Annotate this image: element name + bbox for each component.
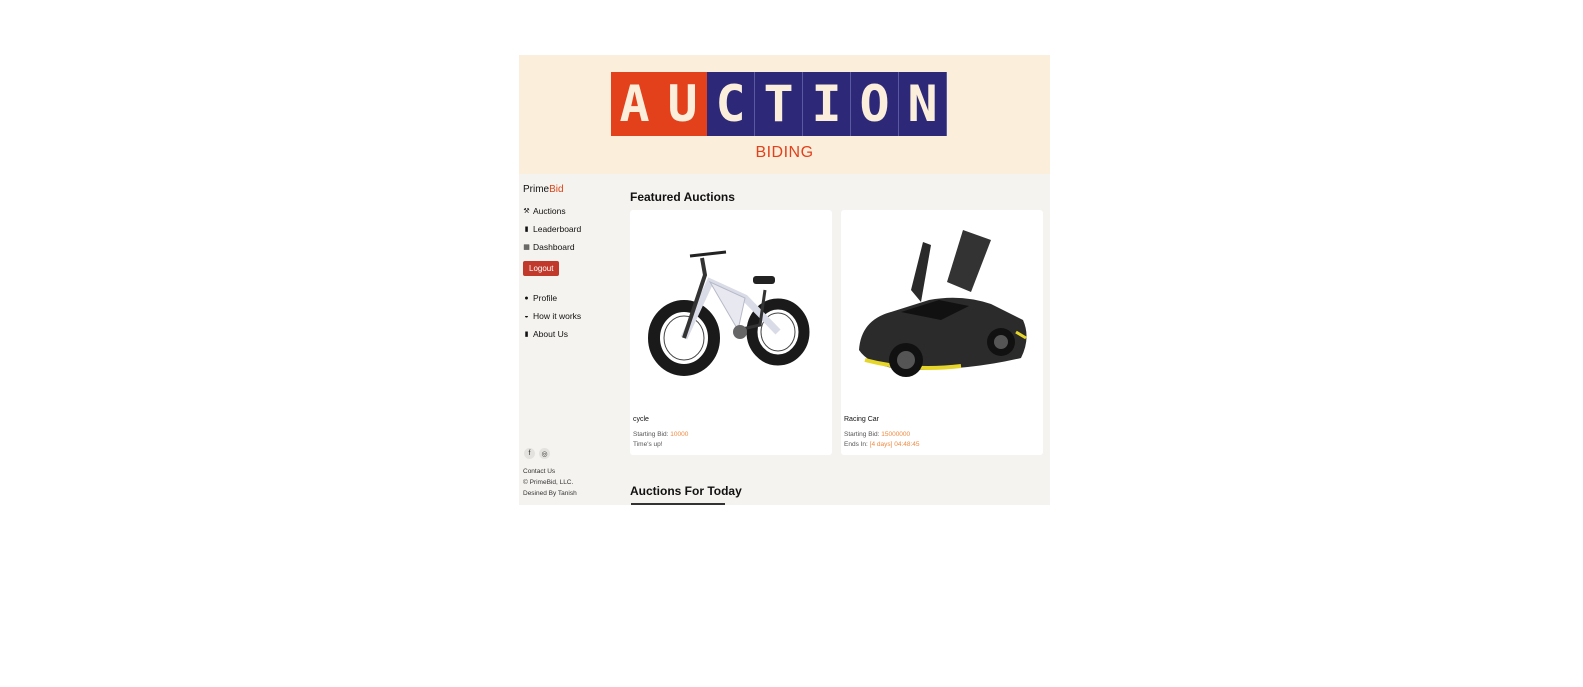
- auction-card[interactable]: Racing Car Starting Bid: 15000000 Ends I…: [841, 210, 1043, 455]
- user-circle-icon: ●: [524, 294, 529, 302]
- instagram-icon[interactable]: ◎: [539, 448, 550, 459]
- auction-logo: A U C T I O N: [611, 72, 947, 136]
- brand-prime: Prime: [523, 184, 550, 195]
- auction-status: Time's up!: [633, 441, 663, 448]
- brand-bid: Bid: [549, 184, 564, 195]
- sidebar-item-label: How it works: [533, 311, 582, 321]
- starting-bid-value: 10000: [670, 431, 689, 438]
- sidebar-item-label: Dashboard: [533, 242, 575, 252]
- main-content: Featured Auctions cycle Starting Bid: 10…: [629, 174, 1050, 505]
- starting-bid-value: 15000000: [881, 431, 911, 438]
- gavel-icon: ⚒: [523, 208, 530, 215]
- sidebar-item-label: About Us: [533, 329, 568, 339]
- logout-button[interactable]: Logout: [523, 261, 560, 276]
- logo-letter: N: [899, 72, 947, 136]
- starting-bid-label: Starting Bid:: [844, 431, 880, 438]
- section-underline: [631, 503, 725, 505]
- logo-letter: I: [803, 72, 851, 136]
- copyright-text: © PrimeBid, LLC.: [523, 479, 574, 486]
- sidebar-item-auctions[interactable]: ⚒ Auctions: [523, 206, 566, 216]
- logo-letter: O: [851, 72, 899, 136]
- bar-chart-icon: ▮: [524, 226, 529, 233]
- logo-letter: A: [611, 72, 659, 136]
- logo-letter: U: [659, 72, 707, 136]
- sidebar: PrimeBid ⚒ Auctions ▮ Leaderboard ▦ Dash…: [519, 174, 623, 505]
- help-icon: ◒: [524, 312, 529, 320]
- sidebar-item-profile[interactable]: ● Profile: [523, 293, 557, 303]
- logo-letter: C: [707, 72, 755, 136]
- contact-us-link[interactable]: Contact Us: [523, 468, 555, 475]
- dashboard-icon: ▦: [523, 244, 530, 251]
- starting-bid: Starting Bid: 15000000: [844, 431, 910, 438]
- brand-name[interactable]: PrimeBid: [523, 184, 564, 195]
- app-frame: A U C T I O N BIDING PrimeBid ⚒ Auctions…: [519, 55, 1050, 505]
- sidebar-item-label: Auctions: [533, 206, 566, 216]
- auctions-for-today-title: Auctions For Today: [630, 484, 742, 498]
- ends-in-label: Ends In:: [844, 441, 868, 448]
- ends-in-value: [4 days] 04:48:45: [869, 441, 920, 448]
- header-banner: A U C T I O N BIDING: [519, 55, 1050, 174]
- info-icon: ▮: [524, 331, 529, 338]
- logo-letter: T: [755, 72, 803, 136]
- logo-subtitle: BIDING: [755, 144, 814, 161]
- featured-auctions-title: Featured Auctions: [630, 190, 735, 204]
- card-title: Racing Car: [844, 416, 880, 423]
- sidebar-item-label: Profile: [533, 293, 558, 303]
- sidebar-item-dashboard[interactable]: ▦ Dashboard: [523, 242, 575, 252]
- starting-bid-label: Starting Bid:: [633, 431, 669, 438]
- cycle-image: [648, 250, 810, 376]
- card-title: cycle: [633, 416, 649, 423]
- sidebar-item-how-it-works[interactable]: ◒ How it works: [523, 311, 581, 321]
- sidebar-item-leaderboard[interactable]: ▮ Leaderboard: [523, 224, 582, 234]
- ends-in: Ends In: [4 days] 04:48:45: [844, 441, 920, 448]
- facebook-icon[interactable]: f: [524, 448, 535, 459]
- sidebar-item-about-us[interactable]: ▮ About Us: [523, 329, 568, 339]
- starting-bid: Starting Bid: 10000: [633, 431, 688, 438]
- auction-card[interactable]: cycle Starting Bid: 10000 Time's up!: [630, 210, 832, 455]
- sidebar-item-label: Leaderboard: [533, 224, 582, 234]
- racing-car-image: [859, 230, 1027, 377]
- designer-credit: Desined By Tanish: [523, 490, 577, 497]
